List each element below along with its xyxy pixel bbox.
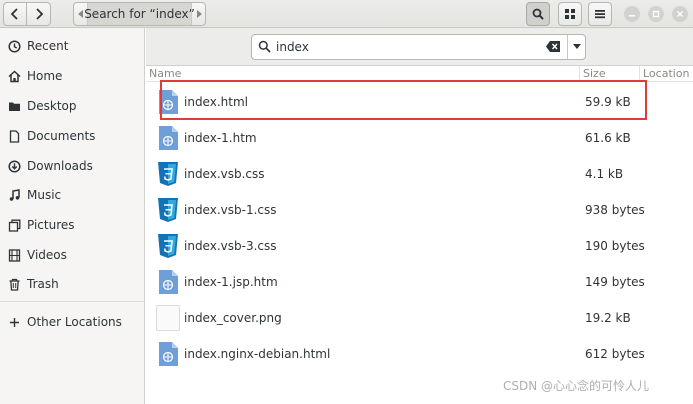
breadcrumb: Search for “index” (73, 2, 206, 26)
file-row-index-vsb-1-css[interactable]: index.vsb-1.css 938 bytes (146, 192, 693, 228)
file-size: 190 bytes (585, 239, 645, 253)
film-icon (7, 248, 21, 262)
css-file-icon (158, 198, 178, 222)
file-size: 612 bytes (585, 347, 645, 361)
file-row-index-nginx-debian-html[interactable]: index.nginx-debian.html 612 bytes (146, 336, 693, 372)
menu-button[interactable] (588, 2, 612, 26)
breadcrumb-right-arrow[interactable] (191, 3, 205, 25)
maximize-button[interactable] (648, 6, 664, 22)
search-input[interactable]: index (251, 34, 586, 60)
file-size: 61.6 kB (585, 131, 631, 145)
sidebar-item-recent[interactable]: Recent (0, 32, 144, 60)
chevron-down-icon (572, 44, 581, 49)
file-size: 149 bytes (585, 275, 645, 289)
html-file-icon (159, 126, 178, 150)
document-icon (7, 129, 21, 143)
sidebar-item-downloads[interactable]: Downloads (0, 152, 144, 180)
sidebar-item-label: Trash (27, 277, 59, 291)
file-row-index-1-jsp-htm[interactable]: index-1.jsp.htm 149 bytes (146, 264, 693, 300)
file-name: index.vsb-3.css (184, 239, 277, 253)
music-note-icon (7, 188, 21, 202)
sidebar-item-trash[interactable]: Trash (0, 270, 144, 298)
html-file-icon (159, 270, 178, 294)
file-name: index.vsb-1.css (184, 203, 277, 217)
file-list: Name Size Location index.html 59.9 kB in… (146, 66, 693, 404)
sidebar-item-label: Pictures (27, 218, 75, 232)
hamburger-icon (595, 10, 605, 19)
minimize-button[interactable] (624, 6, 640, 22)
forward-button[interactable] (27, 2, 51, 26)
file-name: index.nginx-debian.html (184, 347, 331, 361)
search-options-button[interactable] (567, 35, 585, 59)
sidebar-item-music[interactable]: Music (0, 181, 144, 209)
picture-icon (7, 218, 21, 232)
search-icon (532, 8, 544, 20)
file-row-index-1-htm[interactable]: index-1.htm 61.6 kB (146, 120, 693, 156)
html-file-icon (159, 342, 178, 366)
watermark-text: CSDN @心心念的可怜人儿 (503, 379, 650, 393)
chevron-left-icon (10, 8, 18, 20)
sidebar-item-desktop[interactable]: Desktop (0, 92, 144, 120)
file-name: index-1.jsp.htm (184, 275, 278, 289)
sidebar-item-label: Other Locations (27, 315, 122, 329)
html-file-icon (159, 90, 178, 114)
file-size: 59.9 kB (585, 95, 631, 109)
sidebar-divider (0, 301, 144, 302)
css-file-icon (158, 234, 178, 258)
file-size: 19.2 kB (585, 311, 631, 325)
file-name: index.html (184, 95, 248, 109)
sidebar-item-pictures[interactable]: Pictures (0, 211, 144, 239)
search-text[interactable]: index (276, 35, 309, 59)
search-icon (258, 40, 271, 56)
image-thumbnail-icon (156, 305, 180, 331)
sidebar: Recent Home Desktop Documents Downloads … (0, 28, 145, 404)
trash-icon (7, 277, 21, 291)
triangle-left-icon (77, 10, 83, 18)
search-toggle-button[interactable] (526, 2, 550, 26)
file-size: 4.1 kB (585, 167, 624, 181)
file-name: index_cover.png (184, 311, 282, 325)
back-button[interactable] (3, 2, 27, 26)
file-size: 938 bytes (585, 203, 645, 217)
file-name: index-1.htm (184, 131, 257, 145)
desktop-folder-icon (7, 99, 21, 113)
file-row-index-cover-png[interactable]: index_cover.png 19.2 kB (146, 300, 693, 336)
sidebar-item-label: Downloads (27, 159, 93, 173)
chevron-right-icon (35, 8, 43, 20)
search-bar: index (146, 28, 693, 66)
sidebar-item-other-locations[interactable]: Other Locations (0, 308, 144, 336)
close-button[interactable] (672, 6, 688, 22)
triangle-right-icon (196, 10, 202, 18)
file-row-index-vsb-css[interactable]: index.vsb.css 4.1 kB (146, 156, 693, 192)
sidebar-item-label: Desktop (27, 99, 77, 113)
column-header-size[interactable]: Size (579, 66, 639, 82)
grid-view-button[interactable] (558, 2, 582, 26)
sidebar-item-home[interactable]: Home (0, 62, 144, 90)
header-bar: Search for “index” (0, 0, 693, 28)
clock-icon (7, 39, 21, 53)
file-row-index-html[interactable]: index.html 59.9 kB (146, 84, 693, 120)
plus-icon (7, 315, 21, 329)
clear-search-icon[interactable] (546, 41, 560, 55)
download-icon (7, 159, 21, 173)
column-header-location[interactable]: Location (639, 66, 693, 82)
sidebar-item-videos[interactable]: Videos (0, 241, 144, 269)
sidebar-item-label: Music (27, 188, 62, 202)
home-icon (7, 69, 21, 83)
sidebar-item-label: Recent (27, 39, 69, 53)
sidebar-item-label: Videos (27, 248, 67, 262)
maximize-icon (652, 10, 660, 18)
sidebar-item-label: Home (27, 69, 63, 83)
file-name: index.vsb.css (184, 167, 265, 181)
css-file-icon (158, 162, 178, 186)
close-icon (677, 11, 683, 17)
breadcrumb-search-label[interactable]: Search for “index” (84, 3, 195, 25)
file-row-index-vsb-3-css[interactable]: index.vsb-3.css 190 bytes (146, 228, 693, 264)
minimize-icon (629, 15, 635, 17)
sidebar-item-label: Documents (27, 129, 96, 143)
grid-view-icon (565, 9, 575, 19)
column-header-name[interactable]: Name (146, 66, 579, 82)
sidebar-item-documents[interactable]: Documents (0, 122, 144, 150)
